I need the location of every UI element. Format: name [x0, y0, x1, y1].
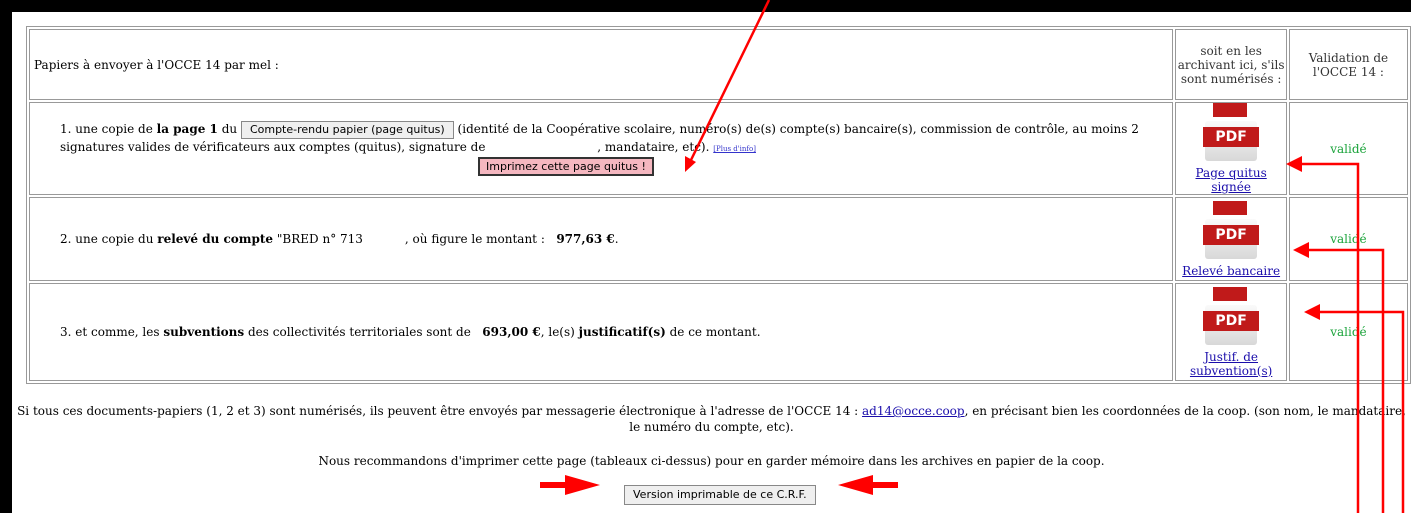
status-valid: validé: [1330, 325, 1367, 339]
pdf-icon[interactable]: PDF: [1201, 200, 1261, 261]
row-1-description: 1. une copie de la page 1 du Compte-rend…: [29, 102, 1174, 195]
row-3-amount: 693,00 €: [482, 325, 541, 339]
email-instructions: Si tous ces documents-papiers (1, 2 et 3…: [12, 403, 1411, 435]
row-2-amount: 977,63 €: [556, 232, 615, 246]
pdf-icon-label: PDF: [1203, 224, 1260, 245]
row-1-number: 1. une copie de: [60, 122, 153, 136]
status-valid: validé: [1330, 141, 1367, 156]
row-3-description: 3. et comme, les subventions des collect…: [29, 283, 1174, 381]
row-2-bold: relevé du compte: [157, 232, 274, 246]
print-version-button[interactable]: Version imprimable de ce C.R.F.: [624, 485, 816, 505]
row-2-number: 2. une copie du: [60, 232, 154, 246]
row-1-du: du: [221, 122, 238, 136]
row-2-text2: , où figure le montant :: [404, 232, 545, 246]
row-2-status: validé: [1288, 197, 1408, 281]
intro-text: Papiers à envoyer à l'OCCE 14 par mel :: [29, 29, 1174, 100]
justif-subvention-link[interactable]: Justif. de subvention(s): [1176, 350, 1286, 378]
row-3-bold2: justificatif(s): [578, 325, 666, 339]
row-3-bold: subventions: [163, 325, 245, 339]
row-2-description: 2. une copie du relevé du compte "BRED n…: [29, 197, 1174, 281]
row-3-status: validé: [1288, 283, 1408, 381]
pdf-icon[interactable]: PDF: [1201, 286, 1261, 347]
row-2-document: PDF Relevé bancaire: [1175, 197, 1287, 281]
note1-text: Si tous ces documents-papiers (1, 2 et 3…: [17, 404, 859, 418]
table-row: 3. et comme, les subventions des collect…: [29, 283, 1408, 381]
email-link[interactable]: ad14@occe.coop: [862, 404, 965, 418]
table-row: 1. une copie de la page 1 du Compte-rend…: [29, 102, 1408, 195]
row-2-account: "BRED n° 713: [276, 232, 363, 246]
row-3-text3: de ce montant.: [669, 325, 761, 339]
row-3-number: 3. et comme, les: [60, 325, 160, 339]
print-recommendation: Nous recommandons d'imprimer cette page …: [318, 454, 1105, 468]
row-1-document: PDF Page quitus signée: [1175, 102, 1287, 195]
row-1-bold: la page 1: [156, 122, 218, 136]
table-row: 2. une copie du relevé du compte "BRED n…: [29, 197, 1408, 281]
compte-rendu-button[interactable]: Compte-rendu papier (page quitus): [240, 121, 454, 139]
pdf-icon-label: PDF: [1203, 127, 1260, 147]
archive-column-header: soit en les archivant ici, s'ils sont nu…: [1175, 29, 1287, 100]
releve-bancaire-link[interactable]: Relevé bancaire: [1176, 264, 1286, 278]
row-1-text2: , mandataire, etc).: [597, 140, 710, 154]
page-quitus-link[interactable]: Page quitus signée: [1176, 166, 1286, 194]
pdf-icon[interactable]: PDF: [1201, 103, 1261, 163]
status-valid: validé: [1330, 232, 1367, 246]
row-1-status: validé: [1288, 102, 1408, 195]
documents-table: Papiers à envoyer à l'OCCE 14 par mel : …: [26, 26, 1411, 384]
print-quitus-button[interactable]: Imprimez cette page quitus !: [478, 157, 654, 176]
table-header-row: Papiers à envoyer à l'OCCE 14 par mel : …: [29, 29, 1408, 100]
page: Papiers à envoyer à l'OCCE 14 par mel : …: [12, 12, 1411, 513]
row-3-document: PDF Justif. de subvention(s): [1175, 283, 1287, 381]
more-info-link[interactable]: [Plus d'info]: [713, 145, 756, 153]
row-3-text2: , le(s): [540, 325, 575, 339]
validation-column-header: Validation de l'OCCE 14 :: [1288, 29, 1408, 100]
row-3-text: des collectivités territoriales sont de: [248, 325, 471, 339]
pdf-icon-label: PDF: [1203, 310, 1260, 331]
